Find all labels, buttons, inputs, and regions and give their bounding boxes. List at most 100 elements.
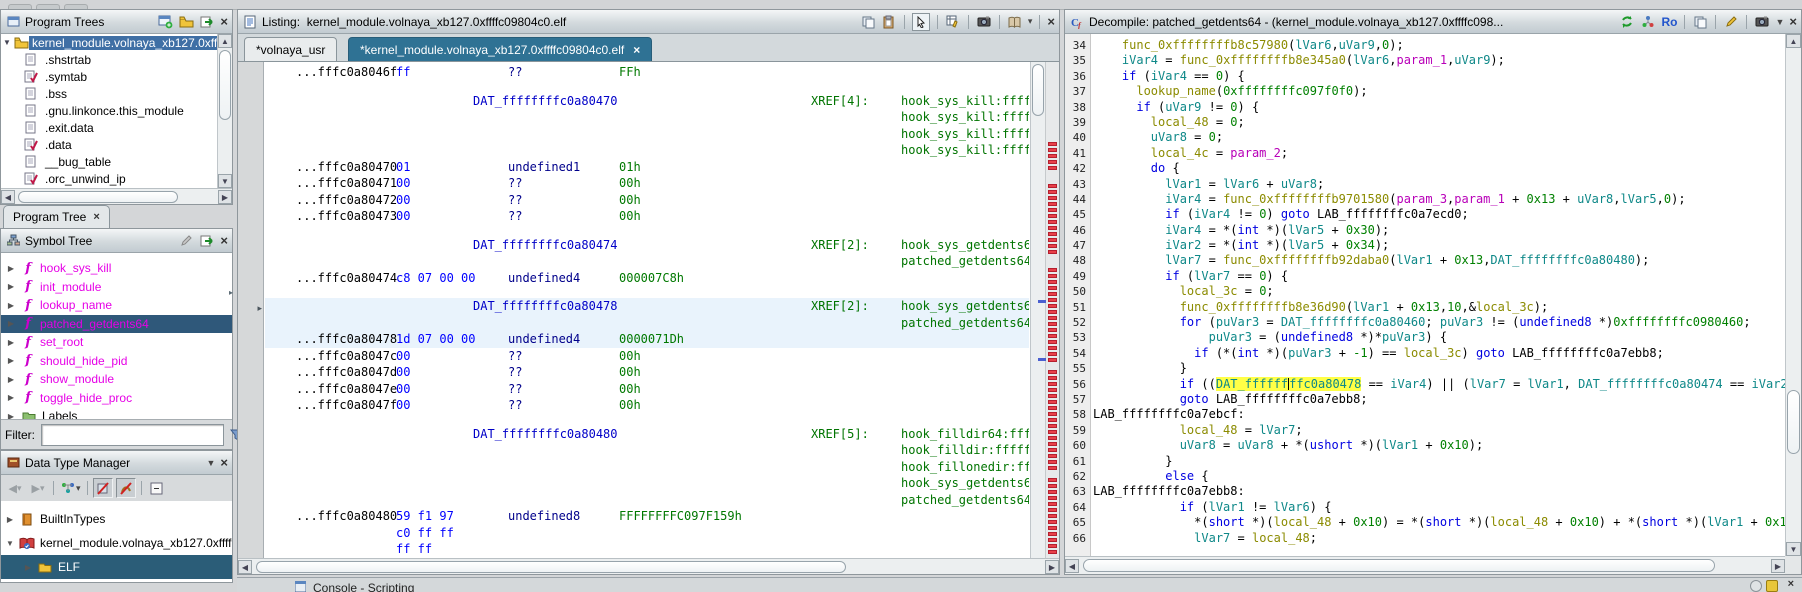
xref-target[interactable]: hook_fillonedir:ff	[901, 459, 1029, 476]
tree-row-section[interactable]: .exit.data	[1, 119, 217, 136]
decompile-line[interactable]: 61 }	[1065, 454, 1785, 469]
listing-label-row[interactable]: patched_getdents64	[265, 253, 1029, 270]
copy-icon[interactable]	[1692, 14, 1708, 30]
copy-icon[interactable]	[860, 14, 876, 30]
decompile-line[interactable]: 58 LAB_ffffffffc0a7ebcf:	[1065, 407, 1785, 422]
filter-input[interactable]	[41, 423, 224, 446]
xref-target[interactable]: patched_getdents64	[901, 315, 1029, 332]
expand-arrow-icon[interactable]: ▶	[1, 356, 21, 365]
listing-label-row[interactable]: hook_fillonedir:ff	[265, 459, 1029, 476]
close-icon[interactable]: ×	[1047, 15, 1055, 28]
symbol-tree-item-patched_getdents64[interactable]: ▶ f patched_getdents64	[1, 314, 232, 333]
tree-row-section[interactable]: .gnu.linkonce.this_module	[1, 102, 217, 119]
program-tree-vscrollbar[interactable]: ▲ ▼	[217, 34, 232, 188]
decompile-line[interactable]: 48 lVar7 = func_0xffffffffb92daba0(lVar1…	[1065, 253, 1785, 268]
filter-arrays-toggle[interactable]	[92, 478, 113, 498]
decompile-line[interactable]: 37 lookup_name(0xffffffffc097f0f0);	[1065, 84, 1785, 99]
tree-row-section[interactable]: .bss	[1, 85, 217, 102]
decompile-line[interactable]: 44 iVar4 = func_0xffffffffb9701580(param…	[1065, 192, 1785, 207]
listing-row[interactable]: ...fffc0a80474 c8 07 00 00 undefined4 00000…	[265, 270, 1029, 287]
export-icon[interactable]	[199, 233, 215, 249]
decompile-line[interactable]: 47 iVar2 = *(int *)(lVar5 + 0x34);	[1065, 238, 1785, 253]
scrollbar-thumb[interactable]	[18, 191, 178, 203]
paste-icon[interactable]	[881, 14, 897, 30]
listing-label-row[interactable]: hook_filldir:fffff	[265, 442, 1029, 459]
program-tree-hscrollbar[interactable]: ◀ ▶	[1, 188, 232, 204]
listing-label-row[interactable]: DAT_ffffffffc0a80474 XREF[2]: hook_sys_get…	[265, 237, 1029, 254]
scroll-left-icon[interactable]: ◀	[1065, 559, 1079, 573]
tree-row-section[interactable]: .symtab	[1, 68, 217, 85]
symbol-tree-item-show_module[interactable]: ▶ f show_module	[1, 370, 232, 389]
snapshot-icon[interactable]	[976, 14, 992, 30]
listing-vscrollbar[interactable]	[1030, 62, 1045, 558]
listing-row[interactable]: ...fffc0a8047e 00?? 00h	[265, 381, 1029, 398]
console-panel-edge[interactable]: Console - Scripting ×	[237, 577, 1802, 592]
scroll-right-icon[interactable]: ▶	[1045, 560, 1059, 574]
scrollbar-thumb[interactable]	[256, 561, 846, 573]
symbol-tree-item-hook_sys_kill[interactable]: ▶ f hook_sys_kill	[1, 259, 232, 278]
xref-target[interactable]: hook_sys_kill:ffff	[901, 126, 1029, 143]
nav-back-button[interactable]: ◀ ▾	[5, 478, 25, 498]
xref-target[interactable]: hook_sys_getdents6	[901, 298, 1029, 315]
decompile-line[interactable]: 54 if (*(int *)(puVar3 + -1) == local_3c…	[1065, 346, 1785, 361]
close-icon[interactable]: ×	[220, 15, 228, 28]
tab-volnaya-usr[interactable]: *volnaya_usr	[244, 37, 338, 61]
decompile-line[interactable]: 52 for (puVar3 = DAT_ffffffffc0a80460; p…	[1065, 315, 1785, 330]
scrollbar-thumb[interactable]	[1083, 559, 1715, 572]
expand-arrow-icon[interactable]: ▶	[1, 393, 21, 402]
listing-row-cont[interactable]: c0 ff ff	[265, 525, 1029, 542]
listing-row[interactable]: ...fffc0a80473 00?? 00h	[265, 208, 1029, 225]
listing-row[interactable]: ...fffc0a80480 59 f1 97 undefined8 FFFFFFFF…	[265, 508, 1029, 525]
collapse-all-button[interactable]	[147, 478, 167, 498]
decompile-line[interactable]: 63 LAB_ffffffffc0a7ebb8:	[1065, 484, 1785, 499]
graph-icon[interactable]	[1640, 14, 1656, 30]
scrollbar-thumb[interactable]	[1032, 64, 1044, 116]
listing-row[interactable]: ...fffc0a8046f ff?? FFh	[265, 64, 1029, 81]
symbol-tree-item-init_module[interactable]: ▶ f init_module	[1, 278, 232, 297]
close-icon[interactable]: ×	[220, 234, 228, 247]
tab-kernel-module[interactable]: *kernel_module.volnaya_xb127.0xffffc0980…	[348, 37, 653, 61]
listing-label-row[interactable]: DAT_ffffffffc0a80478 XREF[2]: hook_sys_get…	[265, 298, 1029, 315]
scroll-down-icon[interactable]: ▼	[218, 174, 232, 188]
dtm-item-BuiltInTypes[interactable]: ▶ BuiltInTypes	[1, 507, 232, 531]
listing-row-cont[interactable]: ff ff	[265, 541, 1029, 558]
symbol-tree-item-should_hide_pid[interactable]: ▶ f should_hide_pid	[1, 352, 232, 371]
dropdown-icon[interactable]: ▾	[1028, 16, 1033, 27]
xref-target[interactable]: patched_getdents64	[901, 253, 1029, 270]
decompile-line[interactable]: 39 local_48 = 0;	[1065, 115, 1785, 130]
tree-row-section[interactable]: .data	[1, 136, 217, 153]
close-icon[interactable]: ×	[1789, 15, 1797, 28]
tree-row-section[interactable]: .shstrtab	[1, 51, 217, 68]
expand-arrow-icon[interactable]: ▶	[1, 301, 21, 310]
symbol-tree-item-toggle_hide_proc[interactable]: ▶ f toggle_hide_proc	[1, 389, 232, 408]
listing-row[interactable]: ...fffc0a8047f 00?? 00h	[265, 397, 1029, 414]
scroll-right-icon[interactable]: ▶	[1771, 559, 1785, 573]
listing-row[interactable]: ...fffc0a8047c 00?? 00h	[265, 348, 1029, 365]
decompile-line[interactable]: 65 *(short *)(local_48 + 0x10) = *(short…	[1065, 515, 1785, 530]
snapshot-icon[interactable]	[1754, 14, 1770, 30]
collapse-arrow-icon[interactable]: ▼	[1, 38, 13, 47]
scroll-left-icon[interactable]: ◀	[238, 560, 252, 574]
decompile-line[interactable]: 60 uVar8 = uVar8 + *(ushort *)(lVar1 + 0…	[1065, 438, 1785, 453]
decompile-line[interactable]: 34 func_0xffffffffb8c57980(lVar6,uVar9,0…	[1065, 38, 1785, 53]
scrollbar-thumb[interactable]	[219, 50, 231, 120]
script-icon[interactable]	[1766, 580, 1778, 592]
listing-label-row[interactable]: DAT_ffffffffc0a80470 XREF[4]: hook_sys_kil…	[265, 93, 1029, 110]
program-tree-tab[interactable]: Program Tree ×	[3, 205, 110, 228]
xref-target[interactable]: hook_sys_getdents6	[901, 475, 1029, 492]
associations-button[interactable]: ▾	[59, 478, 82, 498]
symbol-tree-item-set_root[interactable]: ▶ f set_root	[1, 333, 232, 352]
tree-row-root[interactable]: ▼ kernel_module.volnaya_xb127.0xffffc0980…	[1, 34, 217, 51]
scroll-down-icon[interactable]: ▼	[1786, 542, 1801, 556]
dtm-item-ELF[interactable]: ▶ ELF	[1, 555, 232, 579]
nav-forward-button[interactable]: ▶ ▾	[28, 478, 48, 498]
filter-pointers-toggle[interactable]	[115, 478, 136, 498]
listing-row[interactable]: ...fffc0a80471 00?? 00h	[265, 175, 1029, 192]
decompile-line[interactable]: 40 uVar8 = 0;	[1065, 130, 1785, 145]
listing-label-row[interactable]: hook_sys_kill:ffff	[265, 142, 1029, 159]
xref-target[interactable]: hook_sys_getdents6	[901, 237, 1029, 254]
decompile-line[interactable]: 55 }	[1065, 361, 1785, 376]
listing-row[interactable]: ...fffc0a80478 1d 07 00 00 undefined4 00000…	[265, 331, 1029, 348]
dropdown-icon[interactable]: ▼	[1775, 17, 1784, 27]
listing-label-row[interactable]: patched_getdents64	[265, 492, 1029, 509]
